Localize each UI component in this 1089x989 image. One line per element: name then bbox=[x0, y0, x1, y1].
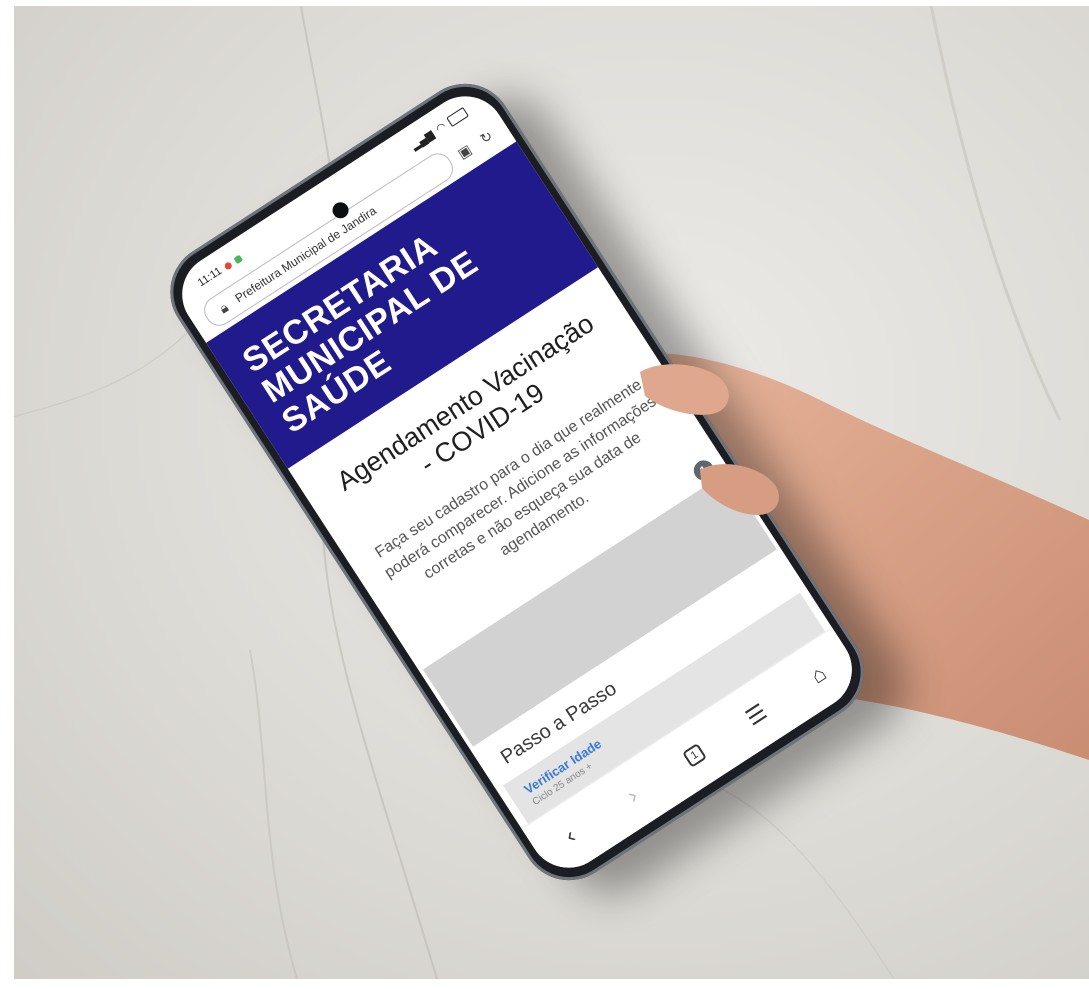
photo-scene: 11:11 ▂▄▆ ◠ 🔒︎ Prefeitura Municipal de J… bbox=[0, 0, 1089, 989]
fingers-overlay bbox=[640, 364, 779, 515]
